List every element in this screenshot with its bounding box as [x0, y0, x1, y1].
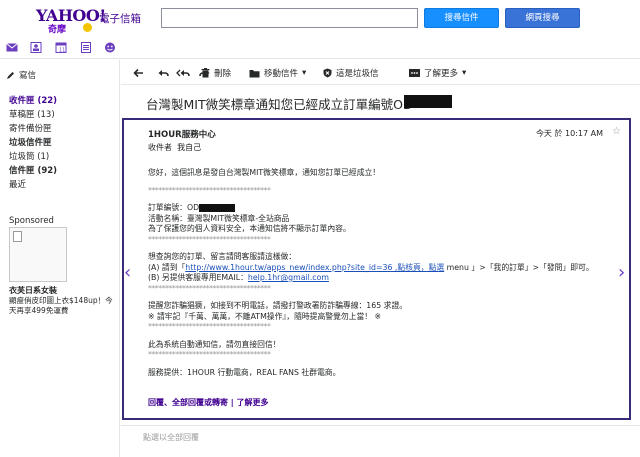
query-a-prefix: (A) 請到「 — [148, 262, 186, 272]
pencil-icon — [7, 71, 14, 79]
reply-placeholder: 點選以全部回覆 — [143, 433, 199, 442]
spam-button[interactable]: 這是垃圾信 — [323, 67, 379, 79]
message-subject: 台灣製MIT微笑標章通知您已經成立訂單編號OD — [146, 97, 413, 112]
recipient-name[interactable]: 我自己 — [177, 143, 201, 152]
body-query-a: (A) 請到「http://www.1hour.tw/apps_new/inde… — [148, 263, 618, 274]
mail-icon[interactable] — [6, 42, 18, 53]
sidebar: 寫信 收件匣 (22) 草稿匣 (13) 寄件備份匣 垃圾信件匣 垃圾筒 (1)… — [0, 60, 120, 457]
delete-label: 刪除 — [214, 69, 232, 79]
body-greeting: 您好，這個訊息是發自台灣製MIT微笑標章，通知您訂單已經成立！ — [148, 168, 381, 177]
folder-drafts[interactable]: 草稿匣 (13) — [9, 108, 117, 122]
folder-inbox[interactable]: 收件匣 (22) — [9, 94, 117, 108]
body-separator: ************************************ — [148, 234, 271, 244]
ad-title[interactable]: 衣芙日系女裝 — [9, 285, 57, 296]
more-icon — [409, 69, 420, 77]
body-activity: 活動名稱：臺灣製MIT微笑標章-全站商品 — [148, 213, 290, 223]
more-button[interactable]: 了解更多 ▾ — [409, 67, 466, 79]
yahoo-logo[interactable]: YAHOO! 奇摩 — [36, 6, 106, 35]
body-separator: ************************************ — [148, 322, 271, 331]
compose-label: 寫信 — [19, 71, 37, 81]
reply-icon[interactable] — [157, 67, 169, 79]
more-label: 了解更多 — [424, 69, 459, 79]
message-actions: 回覆、全部回覆或轉寄 | 了解更多 — [148, 397, 269, 408]
header: YAHOO! 奇摩 電子信箱 搜尋信件 網頁搜尋 — [0, 0, 640, 36]
ad-image[interactable] — [9, 227, 67, 282]
web-search-button[interactable]: 網頁搜尋 — [505, 8, 580, 28]
body-provider: 服務提供：1HOUR 行動電商，REAL FANS 社群電商。 — [148, 367, 341, 377]
delete-button[interactable]: 刪除 — [201, 67, 231, 79]
sender-name[interactable]: 1HOUR服務中心 — [148, 128, 216, 140]
quick-reply-box[interactable]: 點選以全部回覆 — [121, 425, 640, 457]
order-number-label: 訂單編號：OD — [148, 203, 200, 212]
spam-label: 這是垃圾信 — [336, 69, 379, 79]
move-button[interactable]: 移動信件 ▾ — [249, 67, 306, 79]
mail-search-button[interactable]: 搜尋信件 — [424, 8, 499, 28]
forward-link[interactable]: 轉寄 — [212, 398, 228, 407]
star-icon[interactable]: ☆ — [612, 126, 621, 137]
recipient-label: 收件者 — [148, 143, 172, 152]
reply-link[interactable]: 回覆 — [148, 398, 164, 407]
folder-sent[interactable]: 寄件備份匣 — [9, 122, 117, 136]
reply-all-link[interactable]: 全部回覆 — [172, 398, 204, 407]
body-query-b: (B) 另提供客服專用EMAIL：help.1hr@gmail.com — [148, 273, 618, 284]
message-card: 1HOUR服務中心 收件者 我自己 今天 於 10:17 AM ☆ 您好，這個訊… — [122, 118, 631, 420]
body-separator: ************************************ — [148, 350, 271, 359]
folder-list: 收件匣 (22) 草稿匣 (13) 寄件備份匣 垃圾信件匣 垃圾筒 (1) 信件… — [9, 94, 117, 192]
sponsored-label: Sponsored — [9, 216, 54, 226]
more-link[interactable]: 了解更多 — [237, 398, 269, 407]
chevron-down-icon: ▾ — [462, 68, 467, 78]
redaction-bar — [199, 204, 236, 212]
message-date: 今天 於 10:17 AM — [535, 129, 603, 138]
move-label: 移動信件 — [264, 69, 299, 79]
support-email-link[interactable]: help.1hr@gmail.com — [248, 273, 329, 282]
calendar-icon[interactable]: 11 — [55, 42, 67, 53]
folder-spam[interactable]: 垃圾信件匣 — [9, 136, 117, 150]
messenger-icon[interactable] — [104, 42, 116, 53]
body-order-number: 訂單編號：OD — [148, 203, 618, 214]
smile-icon — [83, 23, 92, 32]
folder-icon — [249, 69, 260, 77]
body-fraud-warning: 提醒您詐騙猖獗，如接到不明電話，請撥打警政署防詐騙專線：165 求證。 — [148, 301, 408, 310]
recipient-line: 收件者 我自己 — [148, 142, 201, 153]
body-query-intro: 想查詢您的訂單、留言請問客服請這樣做： — [148, 252, 297, 261]
trash-icon — [201, 68, 210, 78]
body-fraud-note: ※ 請牢記『千萬、萬萬，不離ATM操作』，隨時提高警覺勿上當！ ※ — [148, 311, 382, 321]
reply-all-icon[interactable] — [176, 67, 190, 79]
folder-recent[interactable]: 最近 — [9, 178, 117, 192]
actions-or: 或 — [204, 398, 212, 407]
actions-pipe: | — [228, 398, 237, 407]
body-privacy: 為了保護您的個人資料安全，本通知信將不顯示訂單內容。 — [148, 224, 351, 233]
body-auto-notice: 此為系統自動通知信，請勿直接回信！ — [148, 339, 281, 349]
chevron-right-icon[interactable]: › — [618, 262, 625, 283]
query-b-prefix: (B) 另提供客服專用EMAIL： — [148, 273, 248, 282]
logo-qimo-text: 奇摩 — [48, 25, 67, 35]
svg-text:11: 11 — [59, 48, 65, 54]
notepad-icon[interactable] — [80, 42, 92, 53]
search-input[interactable] — [161, 8, 418, 28]
app-title: 電子信箱 — [99, 13, 141, 25]
query-a-suffix: menu 」>「我的訂單」>「發問」即可。 — [444, 262, 594, 272]
folder-trash[interactable]: 垃圾筒 (1) — [9, 150, 117, 164]
message-body: 您好，這個訊息是發自台灣製MIT微笑標章，通知您訂單已經成立！ ********… — [148, 168, 618, 378]
arrow-left-icon[interactable] — [133, 67, 144, 79]
shield-icon — [323, 68, 332, 78]
redaction-bar — [404, 95, 452, 108]
logo-yahoo-text: YAHOO! — [36, 6, 106, 25]
actions-separator: 、 — [164, 398, 172, 407]
ad-text[interactable]: 顯瘦俏皮印圖上衣$148up！今天再享499免運費 — [9, 296, 119, 316]
folder-archive[interactable]: 信件匣 (92) — [9, 164, 117, 178]
order-link[interactable]: http://www.1hour.tw/apps_new/index.php?s… — [185, 263, 444, 272]
chevron-down-icon: ▾ — [302, 68, 307, 78]
chevron-left-icon[interactable]: ‹ — [124, 262, 131, 283]
app-switcher: 11 — [0, 37, 640, 59]
message-toolbar: 刪除 移動信件 ▾ 這是垃圾信 了解更多 ▾ — [121, 60, 640, 85]
image-placeholder-icon — [13, 231, 22, 242]
contacts-icon[interactable] — [30, 42, 42, 53]
body-separator: ************************************ — [148, 283, 271, 293]
body-separator: ************************************ — [148, 185, 271, 195]
compose-button[interactable]: 寫信 — [6, 68, 36, 82]
